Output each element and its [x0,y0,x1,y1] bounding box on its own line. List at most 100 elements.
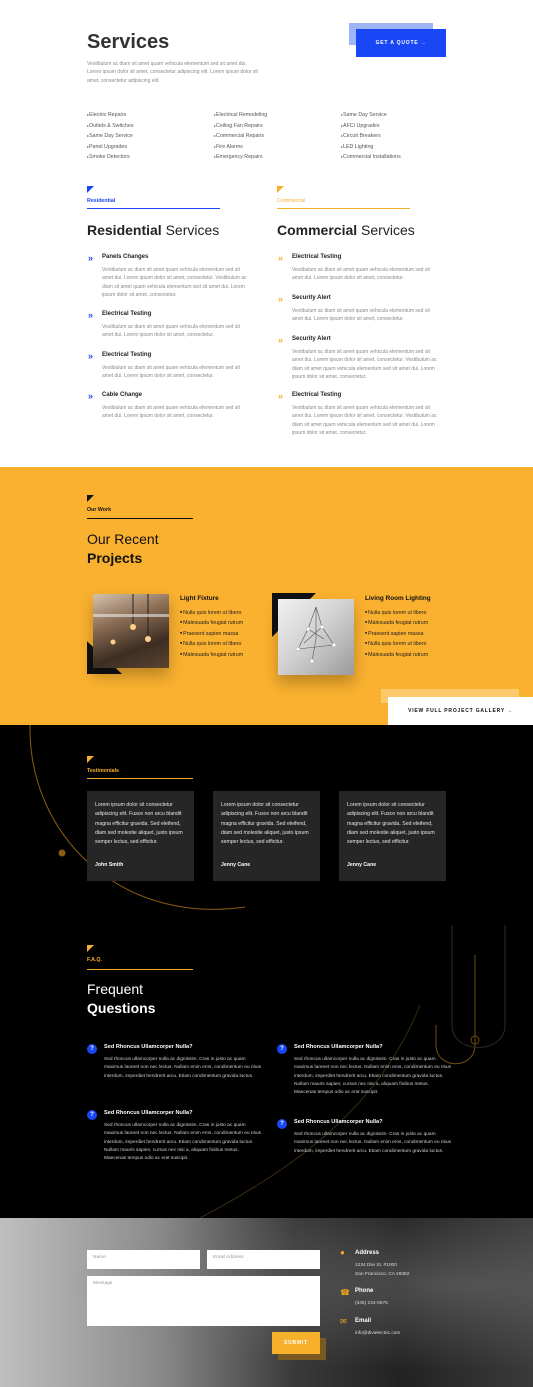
heading-light: Services [357,222,415,238]
testimonial-author: Jenny Cane [221,862,251,868]
commercial-item-title: Electrical Testing [292,392,342,398]
residential-item-title: Electrical Testing [102,311,152,317]
question-icon: ? [87,1044,97,1054]
name-input[interactable]: Name [87,1250,200,1269]
double-chevron-icon: » [88,310,94,320]
residential-item-title: Cable Change [102,392,143,398]
list-item: Ceiling Fan Repairs [214,121,267,132]
pendant-lights-illustration [93,594,169,645]
projects-heading-light: Our Recent [87,531,159,547]
corner-triangle-icon [87,756,94,763]
address-line2: San Francisco, CA 29382 [355,1272,410,1277]
list-item: Malesuada feugiat rutrum [365,650,428,660]
testimonial-author: Jenny Cane [347,862,377,868]
faq-answer: Sed rhoncus ullamcorper nulla ac digniss… [294,1057,452,1096]
double-chevron-icon: » [88,253,94,263]
service-list-col2: Electrical Remodeling Ceiling Fan Repair… [214,110,267,163]
testimonial-author: John Smith [95,862,124,868]
faq-answer: Sed rhoncus ullamcorper nulla ac digniss… [104,1123,262,1162]
list-item: Emergency Repairs [214,152,267,163]
double-chevron-icon: » [278,253,284,263]
email-value[interactable]: info@divielectric.com [355,1329,400,1338]
commercial-item-desc: Vestibulum ac diam sit amet quam vehicul… [292,267,430,282]
services-description: Vestibulum ac diam sit amet quam vehicul… [87,61,258,84]
project-title: Living Room Lighting [365,595,431,602]
submit-button[interactable]: SUBMIT [272,1332,320,1354]
list-item: Same Day Service [341,110,401,121]
commercial-item-title: Electrical Testing [292,254,342,260]
project-bullets: Nulla quis lorem ut libero Malesuada feu… [180,608,243,660]
faq-question[interactable]: Sed Rhoncus Ullamcorper Nulla? [104,1110,193,1116]
testimonials-underline [87,778,193,779]
message-textarea[interactable]: Message [87,1276,320,1326]
list-item: Electric Repairs [87,110,133,121]
residential-underline [87,208,220,209]
location-pin-icon: ● [340,1248,345,1257]
dark-section: Testimonials Lorem ipsum dolor sit conse… [0,725,533,1218]
faq-tag: F.A.Q. [87,957,103,963]
project-image-light-fixture[interactable] [93,594,169,668]
phone-value: (346) 234-5675 [355,1301,388,1306]
corner-triangle-icon [87,186,94,193]
list-item: Commercial Repairs [214,131,267,142]
double-chevron-icon: » [278,335,284,345]
projects-heading-bold: Projects [87,550,143,566]
faq-question[interactable]: Sed Rhoncus Ullamcorper Nulla? [104,1044,193,1050]
question-icon: ? [277,1044,287,1054]
list-item: Nulla quis lorem ut libero [365,608,428,618]
faq-heading-bold: Questions [87,1000,156,1016]
corner-triangle-icon [277,186,284,193]
list-item: AFCI Upgrades [341,121,401,132]
list-item: Electrical Remodeling [214,110,267,121]
question-icon: ? [277,1119,287,1129]
commercial-item-title: Security Alert [292,336,331,342]
services-title: Services [87,31,170,53]
commercial-item-desc: Vestibulum ac diam sit amet quam vehicul… [292,349,437,381]
residential-item-title: Panels Changes [102,254,149,260]
testimonial-card: Lorem ipsum dolor sit consectetur adipis… [339,791,446,881]
address-label: Address [355,1250,380,1256]
list-item: Nulla quis lorem ut libero [180,639,243,649]
projects-tag: Our Work [87,507,112,513]
heading-bold: Commercial [277,222,358,238]
envelope-icon: ✉ [340,1317,347,1326]
phone-icon: ☎ [340,1288,350,1297]
list-item: Malesuada feugiat rutrum [365,618,428,628]
testimonial-card: Lorem ipsum dolor sit consectetur adipis… [87,791,194,881]
list-item: Nulla quis lorem ut libero [180,608,243,618]
services-section: Services Vestibulum ac diam sit amet qua… [0,0,533,467]
projects-underline [87,518,193,519]
faq-answer: Sed rhoncus ullamcorper nulla ac digniss… [104,1057,262,1079]
testimonial-text: Lorem ipsum dolor sit consectetur adipis… [347,802,435,846]
list-item: Outlets & Switches [87,121,133,132]
corner-triangle-icon [87,495,94,502]
list-item: Panel Upgrades [87,142,133,153]
list-item: Commercial Installations [341,152,401,163]
address-line1: 1234 Divi St. #1000 [355,1263,397,1268]
faq-heading-light: Frequent [87,981,144,997]
list-item: Malesuada feugiat rutrum [180,650,243,660]
residential-item-title: Electrical Testing [102,352,152,358]
heading-light: Services [161,222,220,238]
get-a-quote-button[interactable]: GET A QUOTE → [356,29,446,57]
faq-question[interactable]: Sed Rhoncus Ullamcorper Nulla? [294,1119,383,1125]
email-input[interactable]: Email Address [207,1250,320,1269]
faq-question[interactable]: Sed Rhoncus Ullamcorper Nulla? [294,1044,383,1050]
list-item: LED Lighting [341,142,401,153]
testimonial-card: Lorem ipsum dolor sit consectetur adipis… [213,791,320,881]
project-bullets: Nulla quis lorem ut libero Malesuada feu… [365,608,428,660]
service-list-col1: Electric Repairs Outlets & Switches Same… [87,110,133,163]
residential-tag: Residential [87,198,116,204]
email-label: Email [355,1318,372,1324]
corner-triangle-icon [87,945,94,952]
service-list-col3: Same Day Service AFCI Upgrades Circuit B… [341,110,401,163]
list-item: Same Day Service [87,131,133,142]
project-image-living-room[interactable] [278,599,354,675]
double-chevron-icon: » [278,391,284,401]
double-chevron-icon: » [88,391,94,401]
residential-item-desc: Vestibulum ac diam sit amet quam vehicul… [102,365,240,380]
view-gallery-button[interactable]: VIEW FULL PROJECT GALLERY → [388,697,533,725]
commercial-item-desc: Vestibulum ac diam sit amet quam vehicul… [292,308,430,323]
residential-item-desc: Vestibulum ac diam sit amet quam vehicul… [102,267,247,299]
residential-heading: Residential Services [87,222,219,238]
